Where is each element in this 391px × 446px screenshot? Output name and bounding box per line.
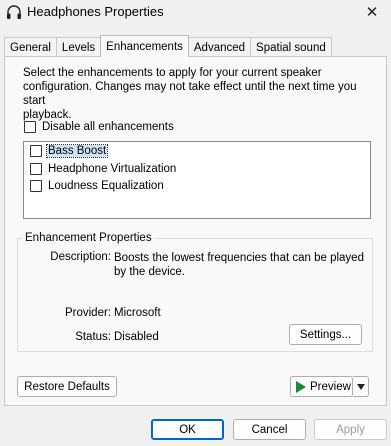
settings-button[interactable]: Settings... [289,324,362,345]
description-value-line-1: Boosts the lowest frequencies that can b… [114,252,364,264]
window-title: Headphones Properties [27,4,164,19]
list-item-label: Headphone Virtualization [48,163,177,175]
title-bar: Headphones Properties ✕ [0,0,391,24]
tab-general[interactable]: General [4,37,57,57]
chevron-down-icon [356,383,365,390]
list-item-label: Loudness Equalization [48,180,164,192]
description-line-2: configuration. Changes may not take effe… [23,81,357,107]
description-line-3: playback. [23,109,72,121]
tab-strip: General Levels Enhancements Advanced Spa… [4,35,332,57]
checkbox-box[interactable] [30,180,42,192]
tab-advanced[interactable]: Advanced [187,37,252,57]
apply-button[interactable]: Apply [314,419,387,440]
properties-window: Headphones Properties ✕ General Levels E… [0,0,391,446]
description-value-line-2: by the device. [114,266,185,278]
disable-all-checkbox[interactable]: Disable all enhancements [24,121,174,133]
checkbox-box[interactable] [24,121,36,133]
close-button[interactable]: ✕ [361,2,383,22]
list-item-label: Bass Boost [45,144,109,158]
preview-button[interactable]: Preview [290,376,353,397]
headphones-icon [7,5,21,19]
restore-defaults-button[interactable]: Restore Defaults [17,376,117,397]
preview-label: Preview [310,380,351,393]
status-value: Disabled [114,331,159,343]
disable-all-label: Disable all enhancements [42,121,174,133]
description-line-1: Select the enhancements to apply for you… [23,67,322,79]
tab-levels[interactable]: Levels [55,37,102,57]
list-item-loudness-equalization[interactable]: Loudness Equalization [30,180,165,192]
enhancements-description: Select the enhancements to apply for you… [23,66,368,122]
play-icon [296,380,306,393]
provider-value: Microsoft [114,307,161,319]
description-value: Boosts the lowest frequencies that can b… [114,251,364,279]
close-icon: ✕ [365,4,379,21]
description-label: Description: [50,251,111,263]
tab-enhancements[interactable]: Enhancements [100,35,189,57]
ok-button[interactable]: OK [151,419,224,440]
checkbox-box[interactable] [30,145,42,157]
tab-spatial-sound[interactable]: Spatial sound [250,37,332,57]
list-item-headphone-virtualization[interactable]: Headphone Virtualization [30,163,177,175]
cancel-button[interactable]: Cancel [233,419,306,440]
preview-dropdown-button[interactable] [353,376,369,397]
group-title: Enhancement Properties [23,232,154,244]
provider-label: Provider: [64,307,111,319]
status-label: Status: [75,331,111,343]
enhancements-list[interactable]: Bass Boost Headphone Virtualization Loud… [23,141,371,219]
checkbox-box[interactable] [30,163,42,175]
list-item-bass-boost[interactable]: Bass Boost [30,144,109,158]
